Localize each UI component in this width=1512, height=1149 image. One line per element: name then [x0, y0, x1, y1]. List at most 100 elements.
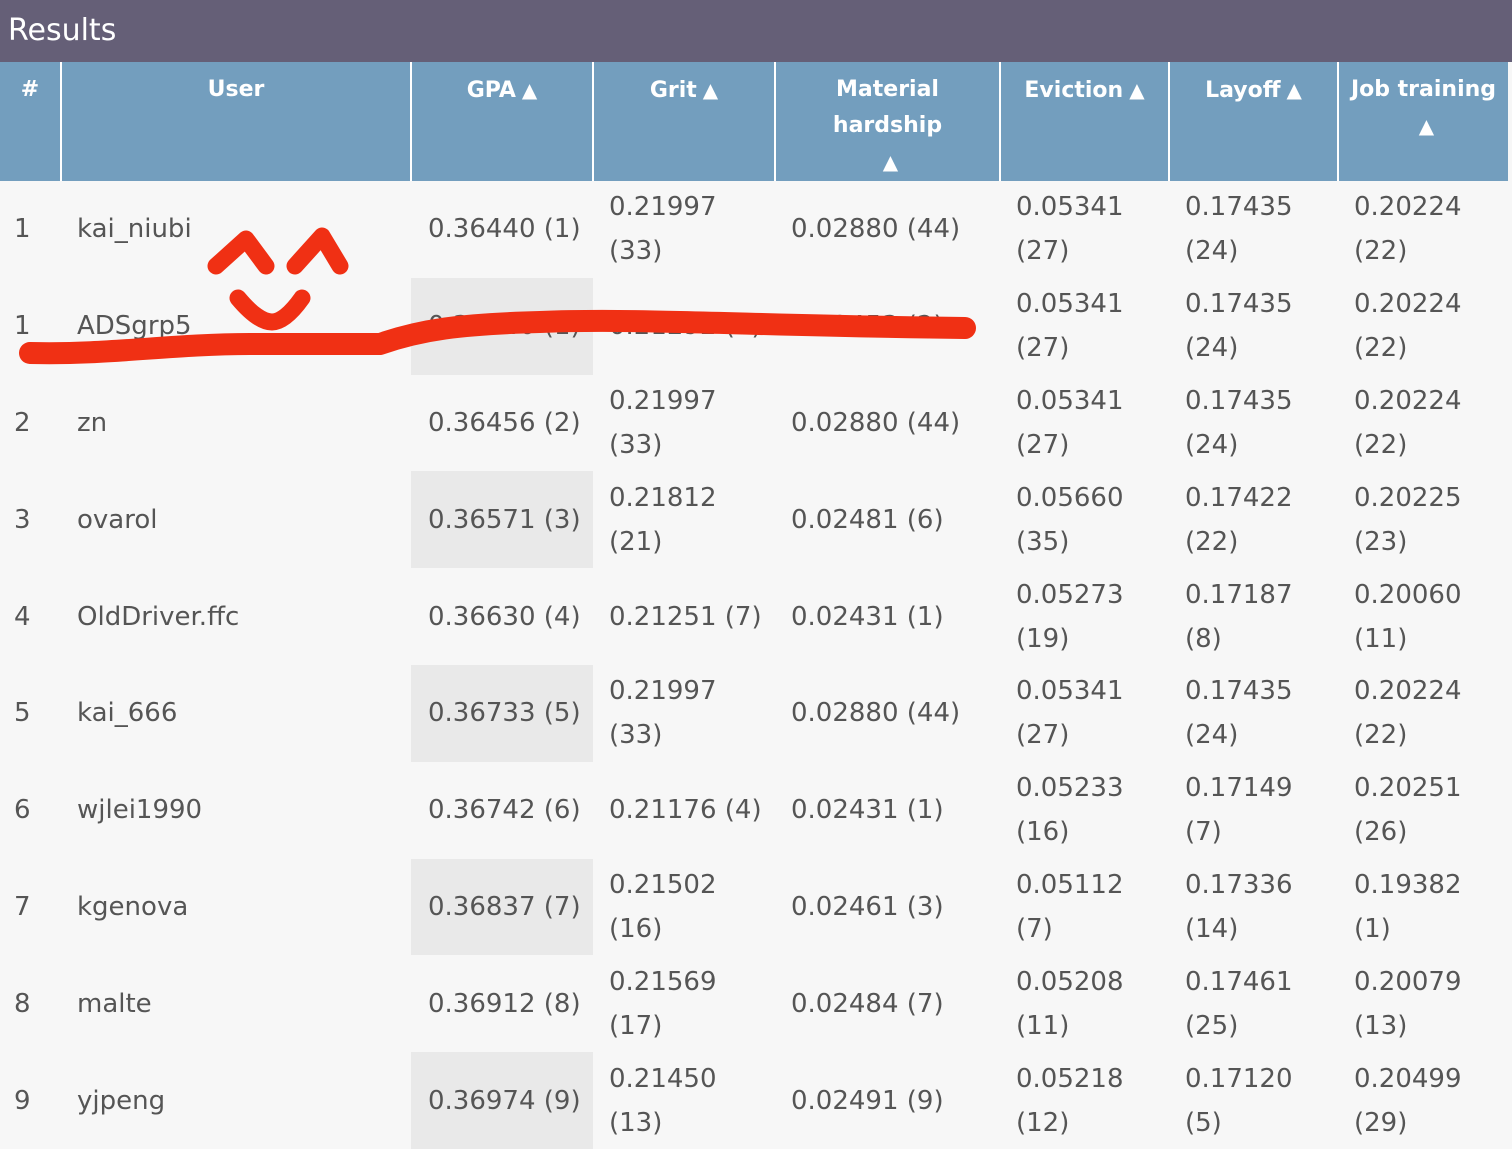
material-hardship-cell: 0.02461 (3) — [791, 891, 944, 922]
table-row: 9 yjpeng 0.36974 (9) 0.21450 (13) 0.0249… — [0, 1052, 1508, 1149]
gpa-cell: 0.36733 (5) — [411, 664, 593, 762]
eviction-cell: 0.05233 (16) — [1016, 773, 1124, 848]
layoff-cell: 0.17120 (5) — [1185, 1063, 1293, 1138]
table-row: 6 wjlei1990 0.36742 (6) 0.21176 (4) 0.02… — [0, 762, 1508, 859]
eviction-cell: 0.05208 (11) — [1016, 966, 1124, 1041]
rank-cell: 1 — [14, 214, 31, 245]
eviction-cell: 0.05341 (27) — [1016, 192, 1124, 267]
gpa-cell: 0.36630 (4) — [428, 601, 581, 632]
column-header-material-hardship[interactable]: Material hardship ▲ — [774, 62, 1000, 181]
column-header-layoff[interactable]: Layoff ▲ — [1168, 62, 1338, 181]
user-cell: ovarol — [77, 504, 158, 535]
column-header-user[interactable]: User — [60, 62, 411, 181]
results-title: Results — [0, 0, 1512, 62]
gpa-cell: 0.36974 (9) — [411, 1052, 593, 1149]
layoff-cell: 0.17435 (24) — [1185, 192, 1293, 267]
user-cell: yjpeng — [77, 1085, 166, 1116]
rank-cell: 2 — [14, 407, 31, 438]
material-hardship-cell: 0.02453 (2) — [791, 311, 944, 342]
job-training-cell: 0.20060 (11) — [1354, 579, 1462, 654]
table-row: 4 OldDriver.ffc 0.36630 (4) 0.21251 (7) … — [0, 568, 1508, 665]
job-training-cell: 0.20499 (29) — [1354, 1063, 1462, 1138]
layoff-cell: 0.17435 (24) — [1185, 676, 1293, 751]
user-cell: wjlei1990 — [77, 795, 203, 826]
layoff-cell: 0.17422 (22) — [1185, 482, 1293, 557]
rank-cell: 7 — [14, 891, 31, 922]
eviction-cell: 0.05112 (7) — [1016, 869, 1124, 944]
table-row: 8 malte 0.36912 (8) 0.21569 (17) 0.02484… — [0, 955, 1508, 1052]
material-hardship-cell: 0.02880 (44) — [791, 214, 961, 245]
layoff-cell: 0.17435 (24) — [1185, 385, 1293, 460]
grit-cell: 0.21176 (4) — [609, 795, 762, 826]
sort-ascending-icon: ▲ — [1286, 78, 1302, 102]
rank-cell: 5 — [14, 698, 31, 729]
material-hardship-cell: 0.02880 (44) — [791, 407, 961, 438]
sort-ascending-icon: ▲ — [702, 78, 719, 102]
rank-cell: 4 — [14, 601, 31, 632]
user-cell: OldDriver.ffc — [77, 601, 240, 632]
job-training-cell: 0.20224 (22) — [1354, 385, 1462, 460]
table-row: 2 zn 0.36456 (2) 0.21997 (33) 0.02880 (4… — [0, 375, 1508, 472]
material-hardship-cell: 0.02431 (1) — [791, 601, 944, 632]
layoff-cell: 0.17187 (8) — [1185, 579, 1293, 654]
eviction-cell: 0.05341 (27) — [1016, 289, 1124, 364]
eviction-cell: 0.05660 (35) — [1016, 482, 1124, 557]
sort-ascending-icon: ▲ — [1129, 78, 1145, 102]
grit-cell: 0.21997 (33) — [609, 676, 717, 751]
column-header-gpa[interactable]: GPA ▲ — [410, 62, 593, 181]
job-training-cell: 0.20224 (22) — [1354, 676, 1462, 751]
job-training-cell: 0.19382 (1) — [1354, 869, 1462, 944]
user-cell: ADSgrp5 — [77, 311, 192, 342]
gpa-cell: 0.36742 (6) — [428, 795, 581, 826]
grit-cell: 0.21997 (33) — [609, 192, 717, 267]
column-header-eviction[interactable]: Eviction ▲ — [999, 62, 1169, 181]
grit-cell: 0.21569 (17) — [609, 966, 717, 1041]
sort-ascending-icon: ▲ — [521, 78, 538, 102]
grit-cell: 0.21292 (8) — [609, 311, 762, 342]
user-cell: kai_niubi — [77, 214, 192, 245]
job-training-cell: 0.20225 (23) — [1354, 482, 1462, 557]
grit-cell: 0.21997 (33) — [609, 385, 717, 460]
sort-ascending-icon: ▲ — [882, 150, 899, 174]
material-hardship-cell: 0.02481 (6) — [791, 504, 944, 535]
table-row: 1 ADSgrp5 0.36440 (1) 0.21292 (8) 0.0245… — [0, 277, 1508, 375]
job-training-cell: 0.20079 (13) — [1354, 966, 1462, 1041]
rank-cell: 1 — [14, 311, 31, 342]
material-hardship-cell: 0.02431 (1) — [791, 795, 944, 826]
gpa-cell: 0.36837 (7) — [411, 858, 593, 956]
table-row: 5 kai_666 0.36733 (5) 0.21997 (33) 0.028… — [0, 664, 1508, 762]
column-header-grit[interactable]: Grit ▲ — [592, 62, 775, 181]
gpa-cell: 0.36440 (1) — [411, 277, 593, 375]
user-cell: zn — [77, 407, 108, 438]
table-row: 1 kai_niubi 0.36440 (1) 0.21997 (33) 0.0… — [0, 181, 1508, 278]
gpa-cell: 0.36571 (3) — [411, 471, 593, 569]
grit-cell: 0.21502 (16) — [609, 869, 717, 944]
rank-cell: 6 — [14, 795, 31, 826]
column-header-job-training[interactable]: Job training ▲ — [1337, 62, 1508, 181]
layoff-cell: 0.17461 (25) — [1185, 966, 1293, 1041]
sort-ascending-icon: ▲ — [1418, 114, 1435, 138]
user-cell: malte — [77, 988, 152, 1019]
material-hardship-cell: 0.02880 (44) — [791, 698, 961, 729]
user-cell: kai_666 — [77, 698, 178, 729]
column-header-rank[interactable]: # — [0, 62, 61, 181]
eviction-cell: 0.05341 (27) — [1016, 385, 1124, 460]
eviction-cell: 0.05341 (27) — [1016, 676, 1124, 751]
material-hardship-cell: 0.02491 (9) — [791, 1085, 944, 1116]
user-cell: kgenova — [77, 891, 189, 922]
material-hardship-cell: 0.02484 (7) — [791, 988, 944, 1019]
table-row: 3 ovarol 0.36571 (3) 0.21812 (21) 0.0248… — [0, 471, 1508, 569]
layoff-cell: 0.17149 (7) — [1185, 773, 1293, 848]
gpa-cell: 0.36456 (2) — [428, 407, 581, 438]
gpa-cell: 0.36440 (1) — [428, 214, 581, 245]
grit-cell: 0.21812 (21) — [609, 482, 717, 557]
rank-cell: 9 — [14, 1085, 31, 1116]
results-table: # User GPA ▲ Grit ▲ Material hardship ▲ Evi… — [0, 62, 1508, 1149]
job-training-cell: 0.20224 (22) — [1354, 192, 1462, 267]
job-training-cell: 0.20251 (26) — [1354, 773, 1462, 848]
rank-cell: 8 — [14, 988, 31, 1019]
grit-cell: 0.21251 (7) — [609, 601, 762, 632]
header-row: # User GPA ▲ Grit ▲ Material hardship ▲ Evi… — [0, 62, 1508, 181]
job-training-cell: 0.20224 (22) — [1354, 289, 1462, 364]
eviction-cell: 0.05273 (19) — [1016, 579, 1124, 654]
